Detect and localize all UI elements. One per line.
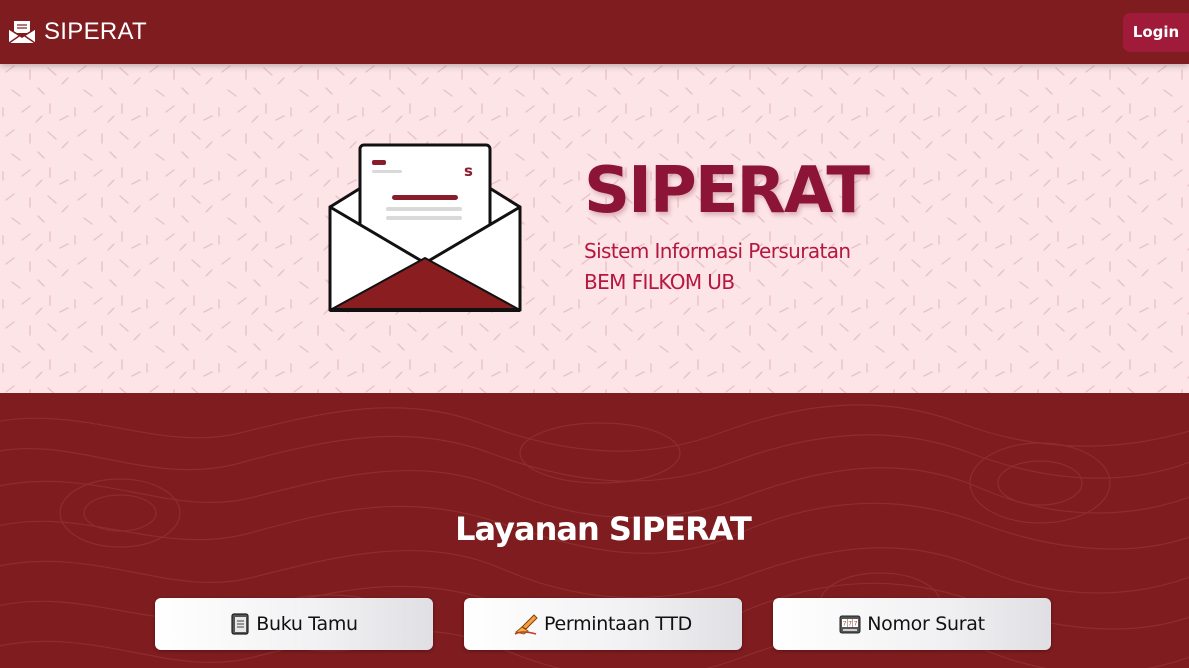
nomor-surat-button[interactable]: 7 7 7 Nomor Surat bbox=[773, 598, 1051, 650]
hero-text: SIPERAT Sistem Informasi Persuratan BEM … bbox=[584, 154, 870, 298]
services-section: Layanan SIPERAT Buku Tamu Permintaan TTD… bbox=[0, 393, 1189, 668]
hero-subtitle: Sistem Informasi Persuratan BEM FILKOM U… bbox=[584, 236, 868, 298]
services-title: Layanan SIPERAT bbox=[455, 510, 752, 548]
svg-text:s: s bbox=[464, 162, 473, 180]
nomor-surat-label: Nomor Surat bbox=[867, 613, 985, 635]
open-envelope-letter-icon: s bbox=[328, 143, 522, 312]
hero-section: s SIPERAT Sistem Informasi Persuratan BE… bbox=[0, 64, 1189, 393]
permintaan-ttd-button[interactable]: Permintaan TTD bbox=[464, 598, 742, 650]
svg-text:7: 7 bbox=[848, 621, 852, 628]
notebook-icon bbox=[231, 613, 249, 635]
login-button[interactable]: Login bbox=[1123, 12, 1189, 52]
svg-text:7: 7 bbox=[854, 621, 858, 628]
buku-tamu-label: Buku Tamu bbox=[256, 613, 358, 635]
hero-subtitle-line1: Sistem Informasi Persuratan bbox=[584, 239, 851, 263]
hero-title: SIPERAT bbox=[584, 154, 870, 228]
slot-machine-icon: 7 7 7 bbox=[839, 615, 861, 634]
navbar: SIPERAT Login bbox=[0, 0, 1189, 64]
envelope-icon bbox=[8, 21, 36, 44]
buku-tamu-button[interactable]: Buku Tamu bbox=[155, 598, 433, 650]
writing-hand-icon bbox=[514, 614, 538, 635]
hero-subtitle-line2: BEM FILKOM UB bbox=[584, 270, 735, 294]
svg-text:7: 7 bbox=[843, 621, 847, 628]
brand-link[interactable]: SIPERAT bbox=[8, 18, 147, 46]
permintaan-ttd-label: Permintaan TTD bbox=[544, 613, 692, 635]
brand-name: SIPERAT bbox=[44, 18, 148, 45]
